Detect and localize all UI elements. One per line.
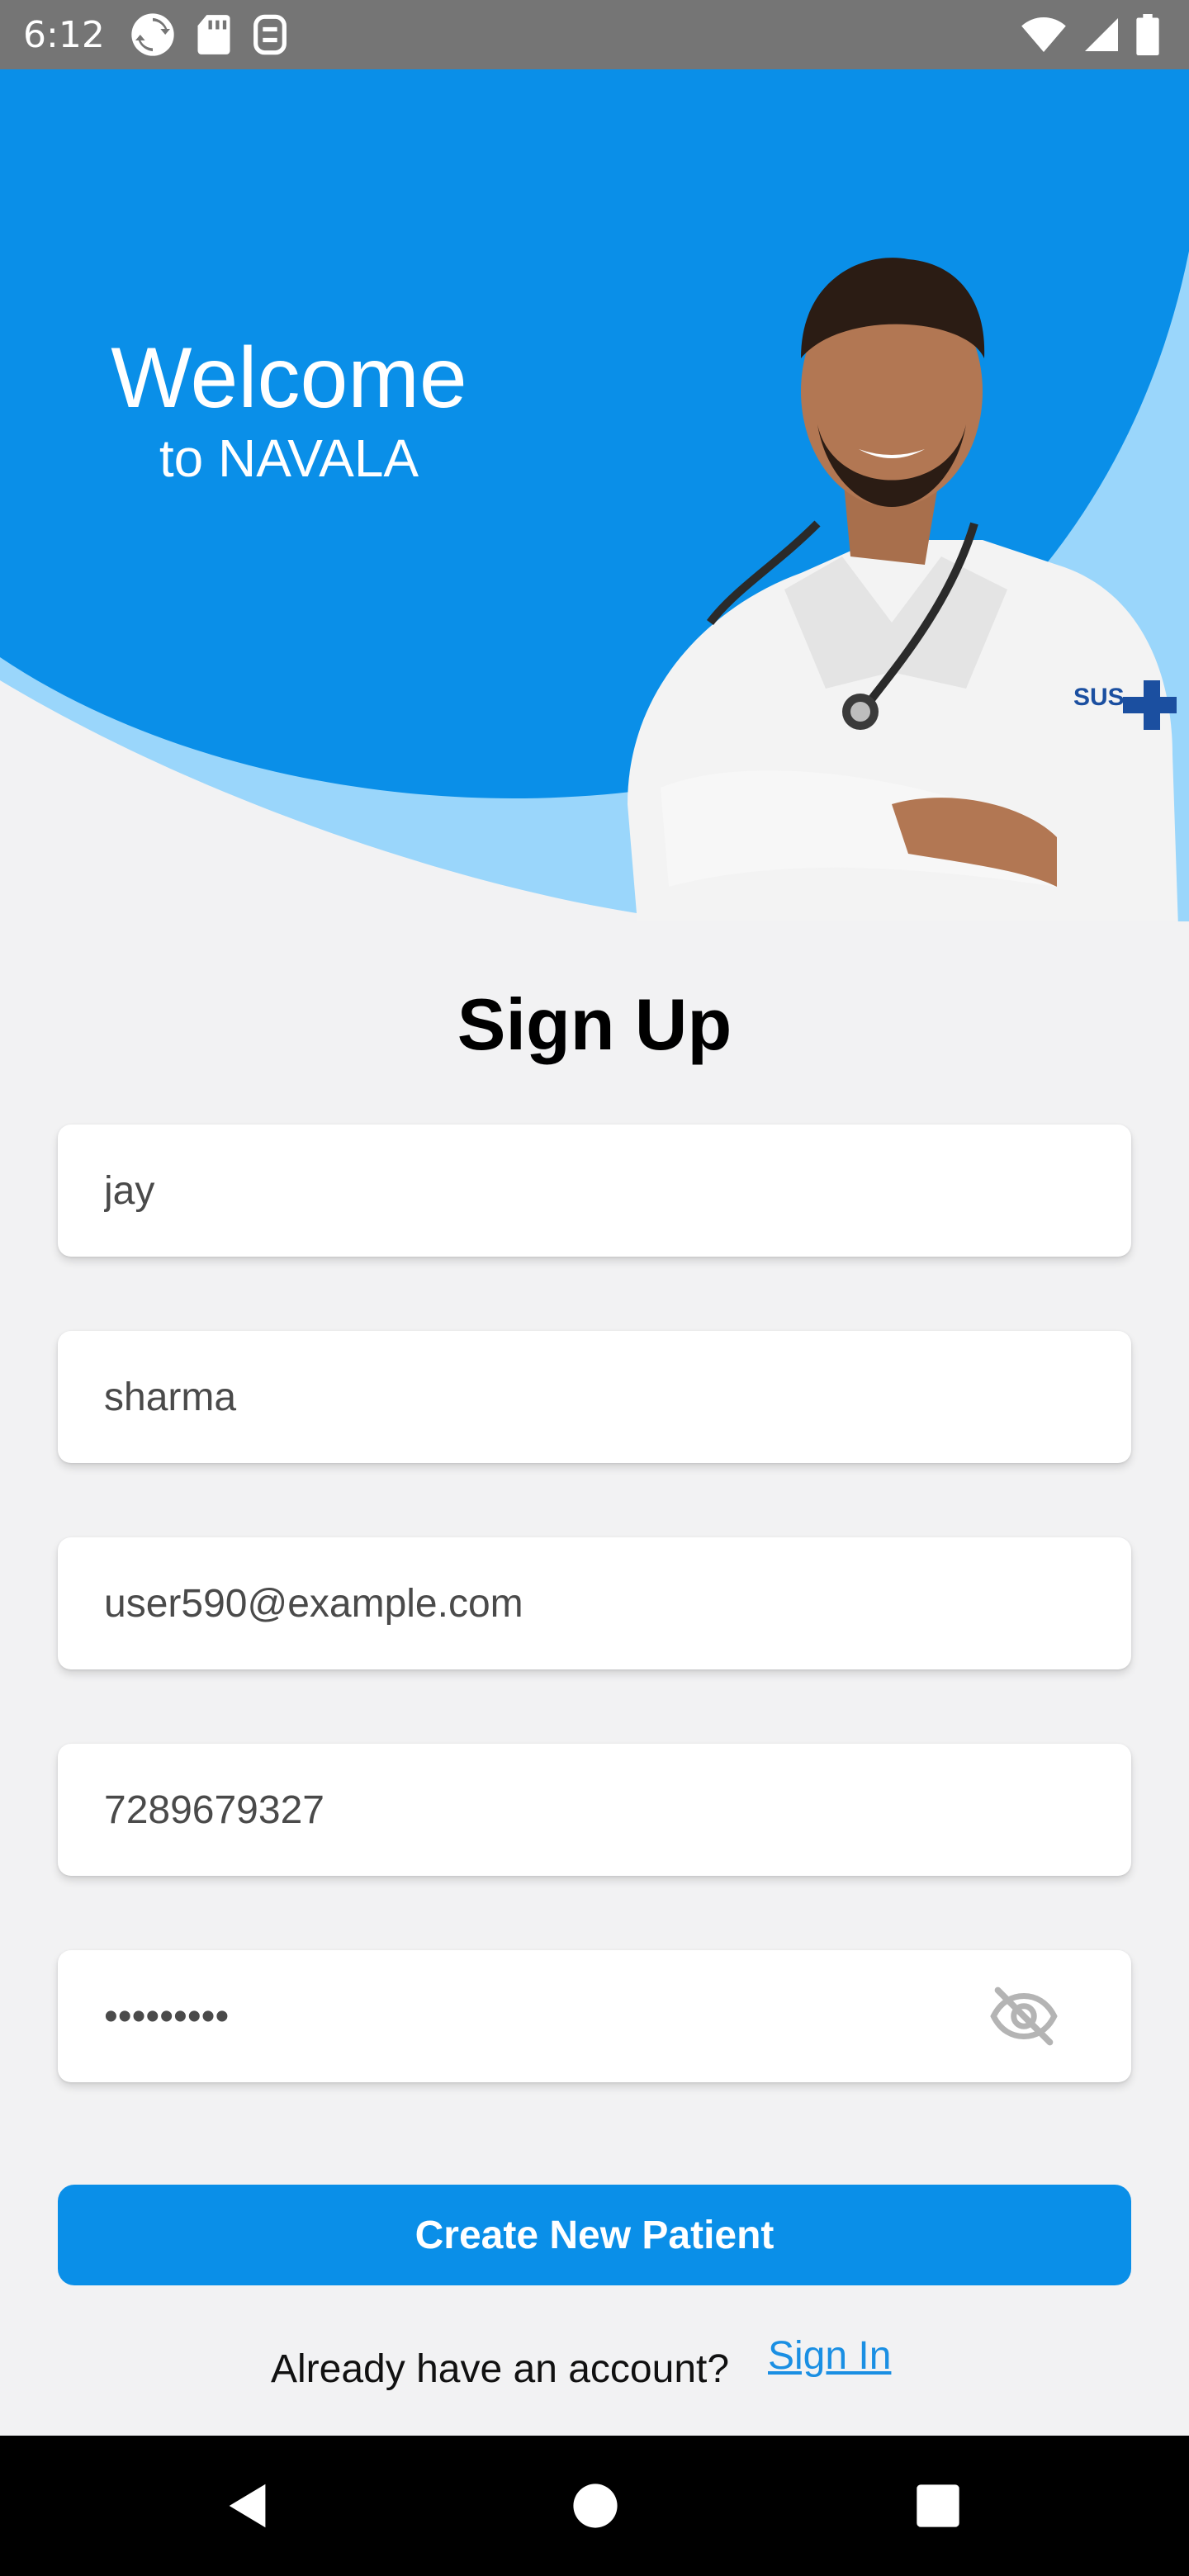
cell-signal-icon	[1085, 18, 1118, 51]
eye-off-icon[interactable]	[989, 1982, 1059, 2051]
create-patient-button[interactable]: Create New Patient	[58, 2185, 1131, 2285]
signin-prompt: Already have an account?	[271, 2347, 730, 2391]
password-field[interactable]	[58, 1950, 1131, 2082]
sd-card-icon	[197, 15, 230, 54]
doctor-illustration: SUS	[628, 258, 1178, 921]
hero-banner: Welcome to NAVALA SUS	[0, 69, 1189, 921]
svg-text:SUS: SUS	[1073, 684, 1125, 711]
sync-icon	[131, 13, 174, 56]
phone-field[interactable]	[58, 1744, 1131, 1876]
status-bar: 6:12	[0, 0, 1189, 69]
storage-icon	[253, 14, 287, 55]
status-right	[1021, 14, 1159, 55]
first-name-field[interactable]	[58, 1125, 1131, 1257]
email-field[interactable]	[58, 1537, 1131, 1669]
recents-icon[interactable]	[915, 2483, 961, 2529]
welcome-subtitle: to NAVALA	[159, 429, 419, 489]
notification-icons	[130, 12, 288, 58]
status-time: 6:12	[23, 13, 105, 56]
last-name-field[interactable]	[58, 1331, 1131, 1463]
home-icon[interactable]	[571, 2482, 619, 2530]
first-name-input[interactable]	[104, 1167, 1085, 1214]
password-input[interactable]	[104, 1993, 1085, 2039]
system-nav-bar	[0, 2436, 1189, 2576]
wifi-icon	[1021, 17, 1066, 52]
signin-link[interactable]: Sign In	[768, 2333, 891, 2379]
signup-title: Sign Up	[457, 983, 732, 1065]
phone-input[interactable]	[104, 1787, 1085, 1833]
welcome-title: Welcome	[111, 330, 467, 426]
last-name-input[interactable]	[104, 1374, 1085, 1420]
back-icon[interactable]	[220, 2477, 277, 2535]
status-left: 6:12	[23, 12, 288, 58]
battery-icon	[1136, 14, 1159, 55]
welcome-block: Welcome to NAVALA	[99, 330, 479, 490]
email-input[interactable]	[104, 1580, 1085, 1627]
